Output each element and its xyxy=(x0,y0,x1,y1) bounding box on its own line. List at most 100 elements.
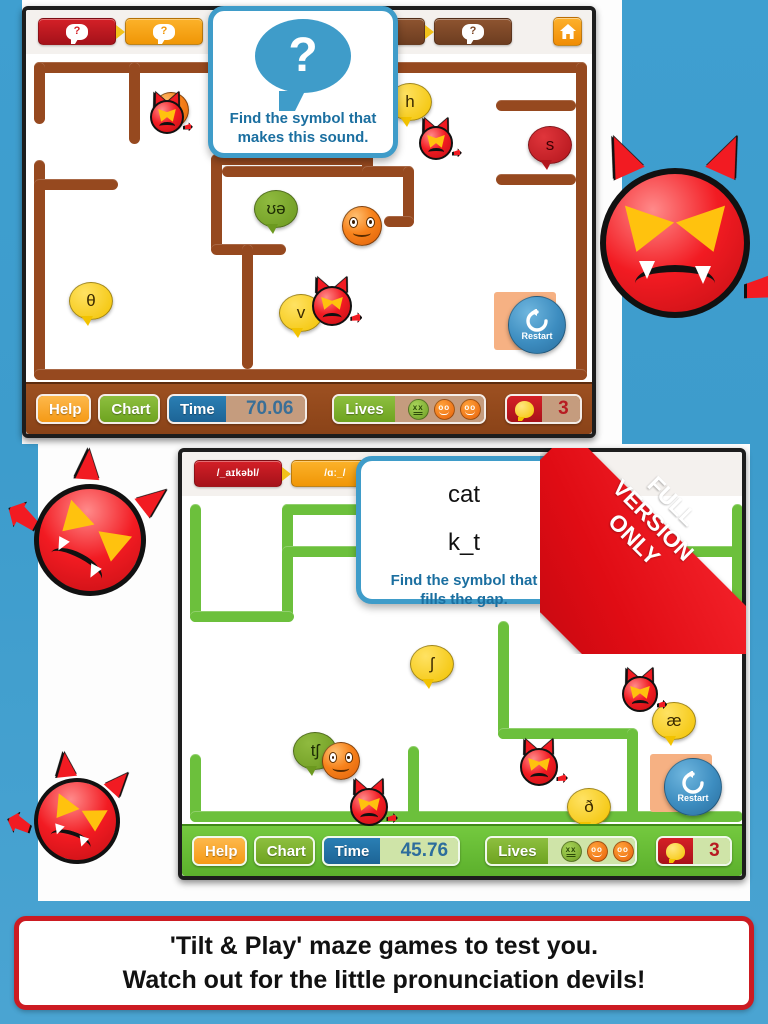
instruction-dialog-2: cat k_t Find the symbol that fills the g… xyxy=(356,456,572,608)
player-mouth xyxy=(352,229,372,238)
maze-wall xyxy=(627,728,638,822)
score-value: 3 xyxy=(558,398,569,419)
symbol-token-label: ʊə xyxy=(266,199,286,218)
devil-enemy[interactable] xyxy=(349,777,398,826)
devil-tail xyxy=(556,773,568,783)
devil-horn-left xyxy=(54,751,78,778)
symbol-token-label: h xyxy=(405,92,415,111)
devil-enemy[interactable] xyxy=(311,274,363,326)
devil-fang-left xyxy=(639,260,656,279)
chevron-right-icon xyxy=(282,466,291,481)
breadcrumb-chip-1[interactable]: ? xyxy=(38,18,125,45)
devil-face xyxy=(600,168,750,318)
devil-face xyxy=(150,100,184,134)
devil-fang-right xyxy=(694,266,711,285)
question-bubble-icon: ? xyxy=(66,23,88,44)
chart-label: Chart xyxy=(266,842,306,860)
dialog-line-1: Find the symbol that xyxy=(390,572,538,589)
devil-face xyxy=(520,748,558,786)
devil-enemy[interactable] xyxy=(621,665,668,712)
chevron-right-icon xyxy=(425,24,434,39)
chevron-right-icon xyxy=(116,24,125,39)
player-eye-right xyxy=(344,752,354,764)
player-ball[interactable] xyxy=(342,206,382,246)
life-mouth xyxy=(413,411,423,415)
chart-button[interactable]: Chart xyxy=(98,394,160,424)
player-ball[interactable] xyxy=(322,742,360,780)
devil-face xyxy=(419,126,453,160)
breadcrumb-chip-phonetic-1[interactable]: /_aɪkəbl/ xyxy=(194,460,291,487)
player-eye-left xyxy=(328,752,338,764)
question-glyph: ? xyxy=(288,29,318,82)
life-icon-lost: xx xyxy=(407,398,429,420)
game-screen-gap-maze: /_aɪkəbl/ /ɑː_/ ʃ tʃ æ ð Restart Help Ch… xyxy=(178,448,746,880)
restart-button[interactable]: Restart xyxy=(664,758,722,816)
maze-wall xyxy=(34,160,45,380)
symbol-token[interactable]: ʃ xyxy=(410,645,454,689)
caption-banner: 'Tilt & Play' maze games to test you. Wa… xyxy=(14,916,754,1010)
home-button[interactable] xyxy=(553,17,582,46)
devil-enemy[interactable] xyxy=(418,115,462,160)
devil-eye-right xyxy=(636,685,654,701)
dialog-line-2: fills the gap. xyxy=(420,591,508,608)
devil-enemy[interactable] xyxy=(149,89,193,134)
time-label: Time xyxy=(179,400,215,418)
game2-status-bar: Help Chart Time 45.76 Lives xx oo oo 3 xyxy=(182,824,742,876)
help-label: Help xyxy=(205,842,238,860)
time-value: 45.76 xyxy=(400,840,449,861)
devil-mouth xyxy=(530,773,548,778)
symbol-token[interactable]: æ xyxy=(652,702,696,746)
maze-wall xyxy=(190,504,201,622)
player-eye-right xyxy=(365,216,375,229)
symbol-token[interactable]: ð xyxy=(567,788,611,832)
devil-enemy[interactable] xyxy=(519,737,568,786)
symbol-token-label: θ xyxy=(86,291,96,310)
life-icon: oo xyxy=(459,398,481,420)
life-icon: oo xyxy=(433,398,455,420)
devil-mascot-right xyxy=(599,130,768,318)
breadcrumb-chip-2[interactable]: ? xyxy=(125,18,203,45)
devil-mouth xyxy=(631,699,649,705)
restart-button[interactable]: Restart xyxy=(508,296,566,354)
breadcrumb-chip-4[interactable]: ? xyxy=(434,18,512,45)
devil-face xyxy=(312,286,352,326)
devil-eye-right xyxy=(366,798,384,814)
life-mouth xyxy=(465,411,476,415)
player-mouth xyxy=(332,764,350,772)
help-button[interactable]: Help xyxy=(192,836,247,866)
chart-button[interactable]: Chart xyxy=(253,836,315,866)
symbol-token[interactable]: θ xyxy=(69,282,113,326)
restart-label: Restart xyxy=(677,793,709,803)
help-label: Help xyxy=(49,400,82,418)
breadcrumb-chip-phonetic-1-label: /_aɪkəbl/ xyxy=(216,468,260,479)
devil-eye-left xyxy=(611,205,675,261)
maze-wall xyxy=(190,611,294,622)
question-speech-bubble-icon: ? xyxy=(255,19,351,111)
refresh-icon xyxy=(682,771,704,794)
lives-label: Lives xyxy=(498,842,537,860)
life-icon: oo xyxy=(612,840,634,862)
maze-wall xyxy=(408,746,419,822)
devil-eye-right xyxy=(675,205,739,261)
maze-wall xyxy=(282,504,293,622)
symbol-token[interactable]: ʊə xyxy=(254,190,298,234)
devil-horn-left xyxy=(74,448,101,481)
devil-eye-right xyxy=(94,530,133,564)
lives-label: Lives xyxy=(345,400,384,418)
maze-wall xyxy=(732,504,742,644)
caption-line-2: Watch out for the little pronunciation d… xyxy=(122,966,646,994)
speech-blob-icon xyxy=(666,842,686,863)
symbol-token[interactable]: s xyxy=(528,126,572,170)
life-eyes: xx xyxy=(565,844,577,854)
dialog-line-2: makes this sound. xyxy=(237,129,369,146)
symbol-token-label: ð xyxy=(584,797,594,816)
life-mouth xyxy=(439,411,450,415)
life-mouth xyxy=(566,853,576,857)
devil-face xyxy=(622,676,658,712)
refresh-icon xyxy=(526,309,548,332)
help-button[interactable]: Help xyxy=(36,394,92,424)
maze-wall xyxy=(34,369,587,380)
breadcrumb-chip-2-label: ? xyxy=(160,25,168,37)
maze-wall xyxy=(496,174,576,185)
maze-wall xyxy=(34,179,118,190)
